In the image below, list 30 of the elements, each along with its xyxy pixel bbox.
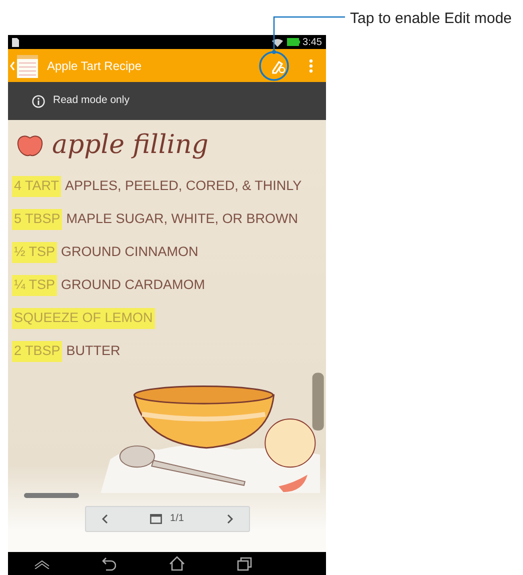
status-time: 3:45 <box>302 36 322 50</box>
highlighted-quantity: ½ TSP <box>12 242 58 263</box>
page-number: 1/1 <box>170 512 184 526</box>
info-icon <box>32 94 45 108</box>
ingredient-text: BUTTER <box>66 342 120 360</box>
page-icon <box>150 514 162 524</box>
chevron-up-icon[interactable] <box>34 558 50 568</box>
apple-icon <box>16 133 44 158</box>
notification-icon <box>12 38 19 46</box>
read-mode-text: Read mode only <box>53 93 130 108</box>
highlighted-quantity: 2 TBSP <box>12 341 62 362</box>
callout-label: Tap to enable Edit mode <box>350 9 512 29</box>
note-title: apple filling <box>52 128 208 162</box>
highlighted-quantity: ¼ TSP <box>12 275 58 296</box>
recent-apps-icon[interactable] <box>236 556 252 570</box>
home-icon[interactable] <box>168 556 185 571</box>
highlighted-quantity: 4 TART <box>12 176 62 197</box>
app-title: Apple Tart Recipe <box>47 58 142 74</box>
highlighted-quantity: 5 TBSP <box>12 209 62 230</box>
ingredient-text: GROUND CARDAMOM <box>61 276 206 294</box>
battery-icon <box>286 38 300 46</box>
next-page-icon[interactable] <box>226 514 232 524</box>
back-icon[interactable] <box>102 556 116 570</box>
previous-page-icon[interactable] <box>102 514 108 524</box>
highlighted-quantity: SQUEEZE OF LEMON <box>12 308 155 329</box>
ingredient-text: GROUND CINNAMON <box>61 243 198 262</box>
ingredient-text: APPLES, PEELED, CORED, & THINLY <box>65 177 302 196</box>
ingredient-text: MAPLE SUGAR, WHITE, OR BROWN <box>66 210 298 228</box>
wifi-icon <box>272 38 283 46</box>
scroll-indicator <box>24 493 79 498</box>
